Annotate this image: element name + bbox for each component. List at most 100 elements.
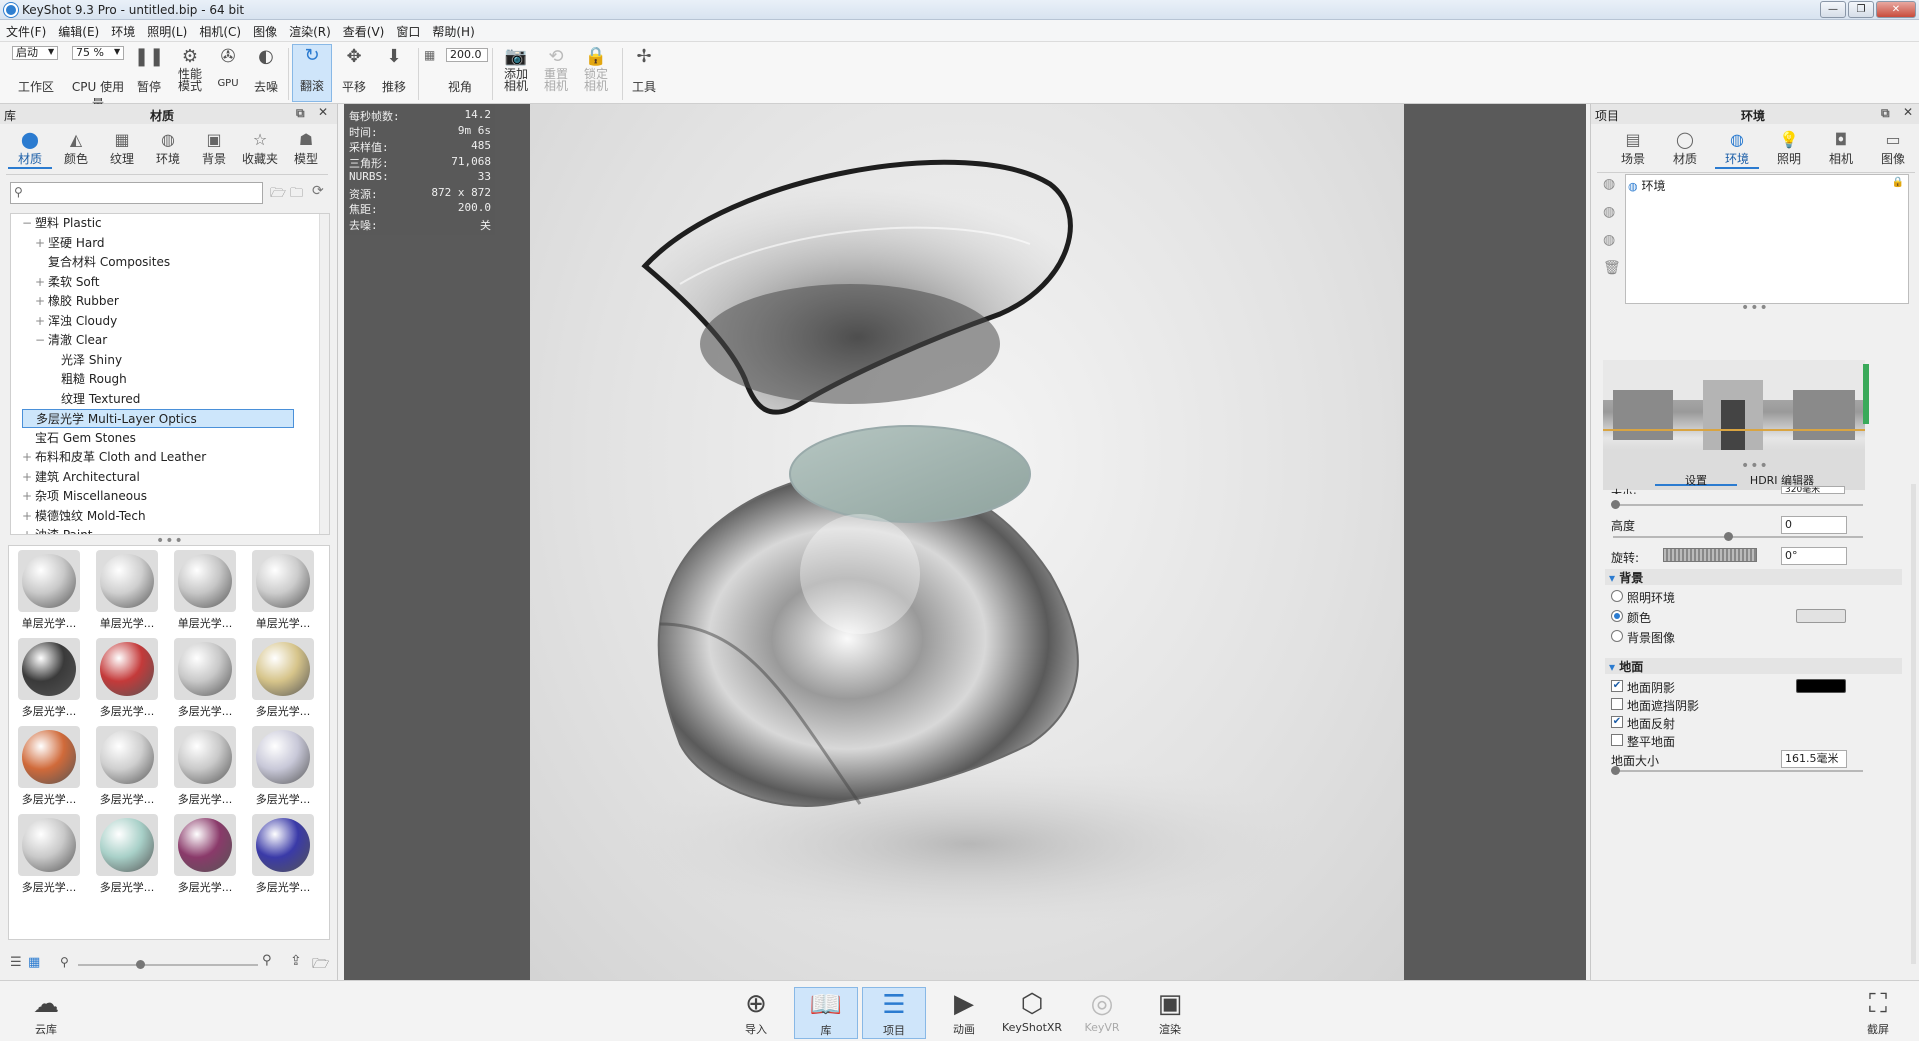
tree-item[interactable]: − 塑料 Plastic	[22, 214, 102, 233]
material-thumbnail[interactable]: 单层光学...	[247, 550, 319, 631]
folder-add-icon[interactable]: 🗀	[290, 184, 303, 206]
duplicate-environment-icon[interactable]: ◍	[1603, 204, 1615, 220]
tree-item[interactable]: + 橡胶 Rubber	[35, 292, 119, 311]
close-panel-icon[interactable]: ✕	[318, 105, 328, 119]
material-thumbnail[interactable]: 多层光学...	[91, 814, 163, 895]
tab-colors[interactable]: ◭ 颜色	[54, 130, 98, 167]
expand-toggle-icon[interactable]: +	[35, 234, 45, 253]
tab-lighting[interactable]: 💡 照明	[1767, 130, 1811, 167]
expand-toggle-icon[interactable]: −	[22, 214, 32, 233]
tab-material[interactable]: ◯ 材质	[1663, 130, 1707, 167]
tree-item[interactable]: + 模德蚀纹 Mold-Tech	[22, 507, 146, 526]
material-thumbnail[interactable]: 多层光学...	[91, 638, 163, 719]
tree-item[interactable]: + 布料和皮革 Cloth and Leather	[22, 448, 206, 467]
gpu-button[interactable]: ✇ GPU	[212, 46, 244, 89]
reset-camera-button[interactable]: ⟲ 重置 相机	[536, 46, 576, 92]
tree-item[interactable]: 宝石 Gem Stones	[22, 429, 136, 448]
expand-toggle-icon[interactable]: +	[22, 487, 32, 506]
menu-lighting[interactable]: 照明(L)	[141, 20, 193, 40]
keyvr-button[interactable]: ◎ KeyVR	[1070, 987, 1134, 1039]
library-search-input[interactable]: ⚲	[10, 182, 263, 204]
toolbar-workspace-label[interactable]: 工作区	[14, 78, 58, 95]
environment-list-item[interactable]: ◍ 环境 🔒	[1628, 177, 1906, 193]
tree-item[interactable]: 纹理 Textured	[48, 390, 140, 409]
tree-item[interactable]: 多层光学 Multi-Layer Optics	[22, 409, 294, 428]
material-thumbnail[interactable]: 多层光学...	[169, 726, 241, 807]
expand-toggle-icon[interactable]: +	[22, 526, 32, 534]
size-input[interactable]: 320毫米	[1781, 486, 1845, 494]
ground-occlusion-checkbox[interactable]	[1611, 698, 1623, 710]
maximize-button[interactable]: ❐	[1848, 1, 1874, 18]
size-slider[interactable]	[1613, 504, 1863, 506]
folder-open-icon[interactable]: 🗁	[312, 953, 329, 977]
background-section-header[interactable]: ▾ 背景	[1605, 569, 1902, 585]
tools-button[interactable]: ✢ 工具	[626, 46, 662, 95]
menu-render[interactable]: 渲染(R)	[283, 20, 337, 40]
tree-item[interactable]: + 杂项 Miscellaneous	[22, 487, 147, 506]
height-slider-knob[interactable]	[1724, 532, 1733, 541]
tree-item[interactable]: 复合材料 Composites	[35, 253, 170, 272]
flatten-ground-checkbox[interactable]	[1611, 734, 1623, 746]
cloud-upload-icon[interactable]: ⇪	[290, 953, 302, 969]
menu-image[interactable]: 图像	[247, 20, 283, 40]
close-panel-icon[interactable]: ✕	[1903, 105, 1913, 119]
menu-camera[interactable]: 相机(C)	[193, 20, 247, 40]
scrollbar[interactable]	[319, 214, 329, 534]
import-button[interactable]: ⊕ 导入	[724, 987, 788, 1039]
lock-camera-button[interactable]: 🔒 锁定 相机	[576, 46, 616, 92]
ground-size-slider-knob[interactable]	[1611, 766, 1620, 775]
material-thumbnail[interactable]: 多层光学...	[247, 726, 319, 807]
pan-button[interactable]: ✥ 平移	[336, 46, 372, 95]
tree-item[interactable]: + 坚硬 Hard	[35, 234, 105, 253]
material-thumbnail[interactable]: 多层光学...	[247, 814, 319, 895]
close-button[interactable]: ✕	[1876, 1, 1916, 18]
expand-toggle-icon[interactable]: −	[35, 331, 45, 350]
rotation-jog-wheel[interactable]	[1663, 548, 1757, 562]
add-environment-icon[interactable]: ◍	[1603, 176, 1615, 192]
tab-image[interactable]: ▭ 图像	[1871, 130, 1915, 167]
menu-file[interactable]: 文件(F)	[0, 20, 52, 40]
zoom-in-icon[interactable]: ⚲	[262, 953, 272, 968]
height-slider[interactable]	[1613, 536, 1863, 538]
expand-toggle-icon[interactable]: +	[35, 312, 45, 331]
menu-edit[interactable]: 编辑(E)	[52, 20, 105, 40]
background-color-swatch[interactable]	[1796, 609, 1846, 623]
expand-toggle-icon[interactable]: +	[22, 468, 32, 487]
expand-toggle-icon[interactable]: +	[22, 448, 32, 467]
tumble-button[interactable]: ↻ 翻滚	[292, 44, 332, 102]
background-image-radio[interactable]	[1611, 630, 1623, 642]
pause-button[interactable]: ❚❚ 暂停	[134, 46, 164, 95]
list-view-icon[interactable]: ☰	[10, 955, 22, 970]
tree-item[interactable]: + 柔软 Soft	[35, 273, 100, 292]
material-thumbnail[interactable]: 多层光学...	[13, 726, 85, 807]
material-thumbnail[interactable]: 单层光学...	[13, 550, 85, 631]
tree-item[interactable]: 光泽 Shiny	[48, 351, 122, 370]
background-lighting-radio[interactable]	[1611, 590, 1623, 602]
material-thumbnail[interactable]: 多层光学...	[169, 814, 241, 895]
rotation-input[interactable]: 0°	[1781, 547, 1847, 565]
cloud-library-button[interactable]: ☁ 云库	[14, 987, 78, 1039]
denoise-button[interactable]: ◐ 去噪	[250, 46, 282, 95]
undock-icon[interactable]: ⧉	[1881, 106, 1890, 121]
tab-environment[interactable]: ◍ 环境	[1715, 130, 1759, 169]
material-thumbnail[interactable]: 单层光学...	[169, 550, 241, 631]
tab-environments[interactable]: ◍ 环境	[146, 130, 190, 167]
ground-size-input[interactable]: 161.5毫米	[1781, 750, 1847, 768]
minimize-button[interactable]: —	[1820, 1, 1846, 18]
performance-mode-button[interactable]: ⚙ 性能 模式	[172, 46, 208, 92]
render-image[interactable]	[530, 104, 1404, 980]
menu-window[interactable]: 窗口	[390, 20, 426, 40]
material-thumbnail[interactable]: 多层光学...	[247, 638, 319, 719]
animation-button[interactable]: ▶ 动画	[932, 987, 996, 1039]
splitter-dots[interactable]: •••	[1741, 300, 1769, 316]
tree-item[interactable]: − 清澈 Clear	[35, 331, 107, 350]
edit-environment-icon[interactable]: ◍	[1603, 232, 1615, 248]
menu-environment[interactable]: 环境	[105, 20, 141, 40]
scrollbar[interactable]	[1863, 364, 1869, 424]
add-camera-button[interactable]: 📷 添加 相机	[496, 46, 536, 92]
grid-view-icon[interactable]: ▦	[28, 955, 40, 970]
material-thumbnail[interactable]: 多层光学...	[169, 638, 241, 719]
size-slider-knob[interactable]	[1611, 500, 1620, 509]
tab-models[interactable]: ☗ 模型	[284, 130, 328, 167]
ground-shadow-color-swatch[interactable]	[1796, 679, 1846, 693]
